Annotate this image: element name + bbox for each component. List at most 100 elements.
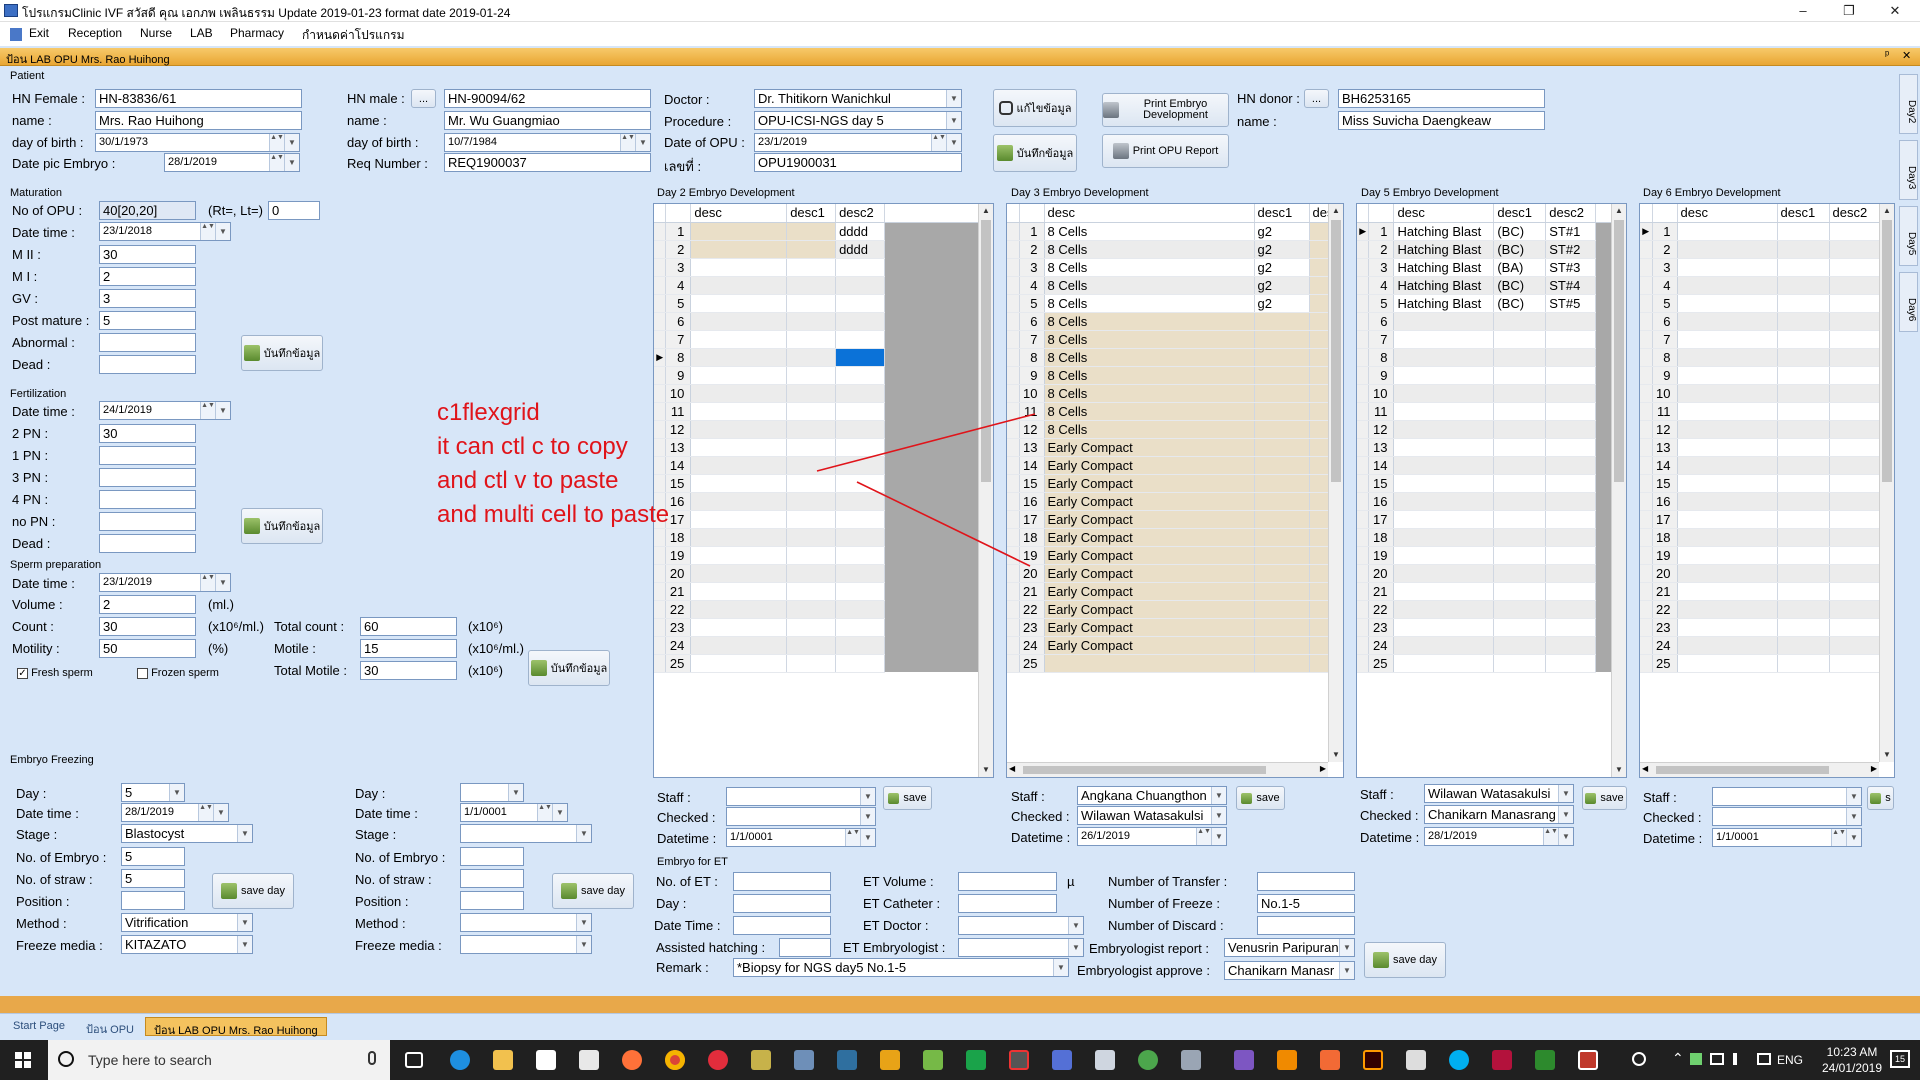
grid-cell[interactable]	[1254, 510, 1310, 529]
spin-icon[interactable]: ▲▼	[1543, 828, 1558, 845]
grid-cell[interactable]	[1829, 492, 1880, 511]
app-icon[interactable]	[751, 1050, 771, 1070]
grid-cell[interactable]	[1393, 654, 1495, 673]
grid-cell[interactable]: 8 Cells	[1044, 348, 1255, 367]
grid-cell[interactable]	[835, 456, 885, 475]
fertilization-save-button[interactable]: บันทึกข้อมูล	[241, 508, 323, 544]
table-row[interactable]: 11 8 Cells	[1007, 402, 1338, 421]
grid-cell[interactable]	[690, 510, 788, 529]
chevron-down-icon[interactable]: ▼	[213, 804, 228, 821]
grid-cell[interactable]	[1044, 654, 1255, 673]
assisted-hatching-field[interactable]	[779, 938, 831, 957]
table-row[interactable]: 21 Early Compact	[1007, 582, 1338, 601]
grid-cell[interactable]	[1829, 546, 1880, 565]
grid-cell[interactable]	[835, 348, 885, 367]
spin-icon[interactable]: ▲▼	[620, 134, 635, 151]
grid-cell[interactable]	[835, 276, 885, 295]
grid-cell[interactable]	[1493, 600, 1547, 619]
freeze2-save-day-button[interactable]: save day	[552, 873, 634, 909]
spin-icon[interactable]: ▲▼	[845, 829, 860, 846]
language-indicator[interactable]: ENG	[1777, 1053, 1803, 1067]
grid-cell[interactable]	[1545, 330, 1597, 349]
grid-cell[interactable]	[1677, 276, 1778, 295]
grid-cell[interactable]	[1677, 222, 1778, 241]
scroll-thumb[interactable]	[1331, 220, 1341, 482]
day3-grid[interactable]: desc desc1 des 1 8 Cells g2 2 8 Cells g2 3 8 Cells…	[1006, 203, 1344, 778]
spin-icon[interactable]: ▲▼	[200, 574, 215, 591]
scroll-thumb[interactable]	[981, 220, 991, 482]
spin-icon[interactable]: ▲▼	[198, 804, 213, 821]
column-header[interactable]: desc1	[786, 204, 837, 223]
chevron-down-icon[interactable]: ▼	[237, 914, 252, 931]
table-row[interactable]: 10	[654, 384, 993, 403]
scroll-thumb[interactable]	[1023, 766, 1266, 774]
grid-cell[interactable]: g2	[1254, 258, 1310, 277]
spin-icon[interactable]: ▲▼	[537, 804, 552, 821]
grid-cell[interactable]	[1545, 402, 1597, 421]
grid-cell[interactable]	[1254, 366, 1310, 385]
grid-cell[interactable]	[1777, 600, 1830, 619]
grid-cell[interactable]	[1829, 384, 1880, 403]
table-row[interactable]: 15	[654, 474, 993, 493]
column-header[interactable]: desc1	[1254, 204, 1310, 223]
grid-cell[interactable]	[835, 492, 885, 511]
chevron-down-icon[interactable]: ▼	[215, 402, 230, 419]
grid-cell[interactable]	[1254, 402, 1310, 421]
table-row[interactable]: 88 Cells	[1007, 348, 1338, 367]
freeze-save-day-button[interactable]: save day	[212, 873, 294, 909]
chevron-down-icon[interactable]: ▼	[860, 788, 875, 805]
grid-cell[interactable]	[1393, 330, 1495, 349]
side-tab-day6[interactable]: Day6	[1899, 272, 1918, 332]
side-tab-day3[interactable]: Day3	[1899, 140, 1918, 200]
keyboard-icon[interactable]	[1757, 1053, 1771, 1065]
close-button[interactable]: ✕	[1872, 0, 1918, 22]
vivaldi-icon[interactable]	[708, 1050, 728, 1070]
table-row[interactable]: 17	[1640, 510, 1880, 529]
grid-cell[interactable]	[690, 366, 788, 385]
chevron-down-icon[interactable]: ▼	[1339, 962, 1354, 979]
table-row[interactable]: 3	[1640, 258, 1880, 277]
grid-cell[interactable]	[1777, 240, 1830, 259]
chevron-down-icon[interactable]: ▼	[1846, 788, 1861, 805]
grid-cell[interactable]	[1493, 510, 1547, 529]
grid-cell[interactable]	[1254, 618, 1310, 637]
grid-cell[interactable]	[1677, 240, 1778, 259]
mii-field[interactable]: 30	[99, 245, 196, 264]
sperm-save-button[interactable]: บันทึกข้อมูล	[528, 650, 610, 686]
grid-cell[interactable]	[1545, 348, 1597, 367]
grid-cell[interactable]	[690, 636, 788, 655]
scroll-left-icon[interactable]: ◀	[1009, 764, 1015, 773]
grid-cell[interactable]	[786, 366, 837, 385]
table-row[interactable]: 3 Hatching Blast (BA) ST#3	[1357, 258, 1626, 277]
dead-field[interactable]	[99, 355, 196, 374]
opu-number-field[interactable]: OPU1900031	[754, 153, 962, 172]
gv-field[interactable]: 3	[99, 289, 196, 308]
grid-cell[interactable]	[1777, 366, 1830, 385]
table-row[interactable]: 38 Cells g2	[1007, 258, 1338, 277]
grid-cell[interactable]: g2	[1254, 276, 1310, 295]
table-row[interactable]: 19 Early Compact	[1007, 546, 1338, 565]
grid-cell[interactable]	[1829, 222, 1880, 241]
grid-cell[interactable]	[1545, 654, 1597, 673]
minimize-button[interactable]: –	[1780, 0, 1826, 22]
store-icon[interactable]	[536, 1050, 556, 1070]
no-et-field[interactable]	[733, 872, 831, 891]
grid-cell[interactable]	[1254, 636, 1310, 655]
chevron-down-icon[interactable]: ▼	[552, 804, 567, 821]
grid-cell[interactable]	[1545, 546, 1597, 565]
grid-cell[interactable]	[1493, 528, 1547, 547]
table-row[interactable]: 11	[654, 402, 993, 421]
hn-male-lookup-button[interactable]: ...	[411, 89, 436, 108]
table-row[interactable]: 22	[654, 600, 993, 619]
clinic-app-icon[interactable]	[1578, 1050, 1598, 1070]
grid-cell[interactable]: (BC)	[1493, 276, 1547, 295]
fert-datetime-picker[interactable]: 24/1/2019 ▲▼ ▼	[99, 401, 231, 420]
table-row[interactable]: 19	[1640, 546, 1880, 565]
grid-cell[interactable]	[786, 456, 837, 475]
grid-cell[interactable]: Hatching Blast	[1393, 276, 1495, 295]
grid-cell[interactable]: dddd	[835, 240, 885, 259]
spin-icon[interactable]: ▲▼	[1831, 829, 1846, 846]
grid-cell[interactable]	[1493, 474, 1547, 493]
grid-cell[interactable]	[1254, 312, 1310, 331]
grid-cell[interactable]	[835, 366, 885, 385]
